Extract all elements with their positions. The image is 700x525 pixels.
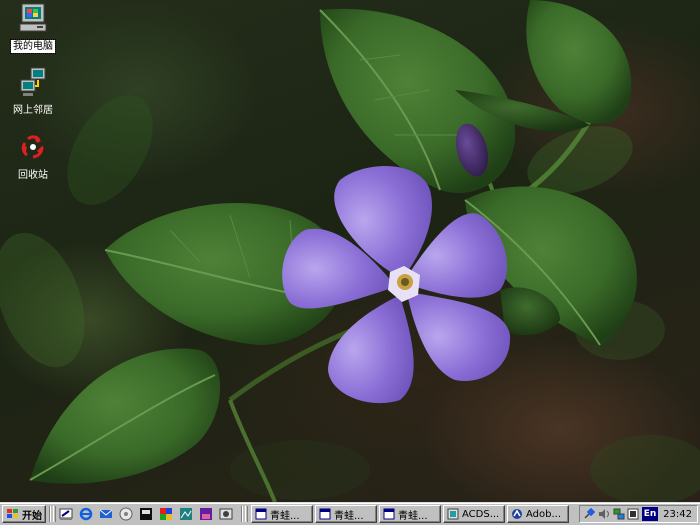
app-icon-2[interactable] [159, 507, 173, 521]
quick-launch-grip[interactable] [53, 506, 56, 522]
desktop-icon-label: 我的电脑 [10, 39, 56, 54]
task-button-qingwa-1[interactable]: 青蛙... [251, 505, 313, 523]
app-icon-5[interactable] [219, 507, 233, 521]
network-neighborhood-icon [20, 67, 46, 96]
task-button-label: 青蛙... [398, 510, 428, 522]
show-desktop-icon[interactable] [59, 507, 73, 521]
window-icon [383, 508, 395, 520]
app-icon-1[interactable] [139, 507, 153, 521]
desktop-icon-network-neighborhood[interactable]: 网上邻居 [1, 66, 65, 117]
speaker-icon[interactable] [598, 508, 610, 520]
satellite-icon[interactable] [583, 508, 595, 520]
desktop-icon-recycle-bin[interactable]: 回收站 [1, 131, 65, 182]
taskbar-clock[interactable]: 23:42 [663, 508, 692, 521]
task-button-adobe[interactable]: Adob... [507, 505, 569, 523]
task-button-label: 青蛙... [334, 510, 364, 522]
task-button-qingwa-3[interactable]: 青蛙... [379, 505, 441, 523]
task-button-acdsee[interactable]: ACDS... [443, 505, 505, 523]
start-label: 开始 [22, 510, 42, 522]
taskbar-separator [241, 506, 243, 522]
adobe-icon [512, 509, 522, 519]
window-icon [255, 508, 267, 520]
acdsee-icon [447, 508, 459, 520]
internet-explorer-icon[interactable] [79, 507, 93, 521]
windows-logo-icon [7, 509, 18, 518]
taskbar: 开始 青蛙... 青蛙... 青蛙... ACDS... Adob... En … [0, 502, 700, 525]
desktop-icon-label: 网上邻居 [13, 105, 53, 116]
network-icon[interactable] [613, 508, 625, 520]
outlook-express-icon[interactable] [99, 507, 113, 521]
start-button[interactable]: 开始 [2, 505, 46, 523]
recycle-bin-icon [21, 135, 44, 159]
language-indicator[interactable]: En [642, 507, 658, 521]
window-icon [319, 508, 331, 520]
task-button-label: Adob... [526, 508, 562, 520]
app-icon-3[interactable] [179, 507, 193, 521]
my-computer-icon [19, 3, 47, 32]
desktop-icon-my-computer[interactable]: 我的电脑 [1, 2, 65, 54]
task-button-qingwa-2[interactable]: 青蛙... [315, 505, 377, 523]
app-icon-4[interactable] [199, 507, 213, 521]
task-area-grip[interactable] [245, 506, 248, 522]
desktop-icon-label: 回收站 [18, 170, 48, 181]
media-player-icon[interactable] [119, 507, 133, 521]
taskbar-separator [49, 506, 51, 522]
wallpaper-photo [0, 0, 700, 502]
task-button-label: ACDS... [462, 508, 500, 520]
task-button-label: 青蛙... [270, 510, 300, 522]
system-tray: En 23:42 [579, 505, 698, 523]
desktop-wallpaper [0, 0, 700, 502]
input-method-icon[interactable] [627, 508, 639, 520]
